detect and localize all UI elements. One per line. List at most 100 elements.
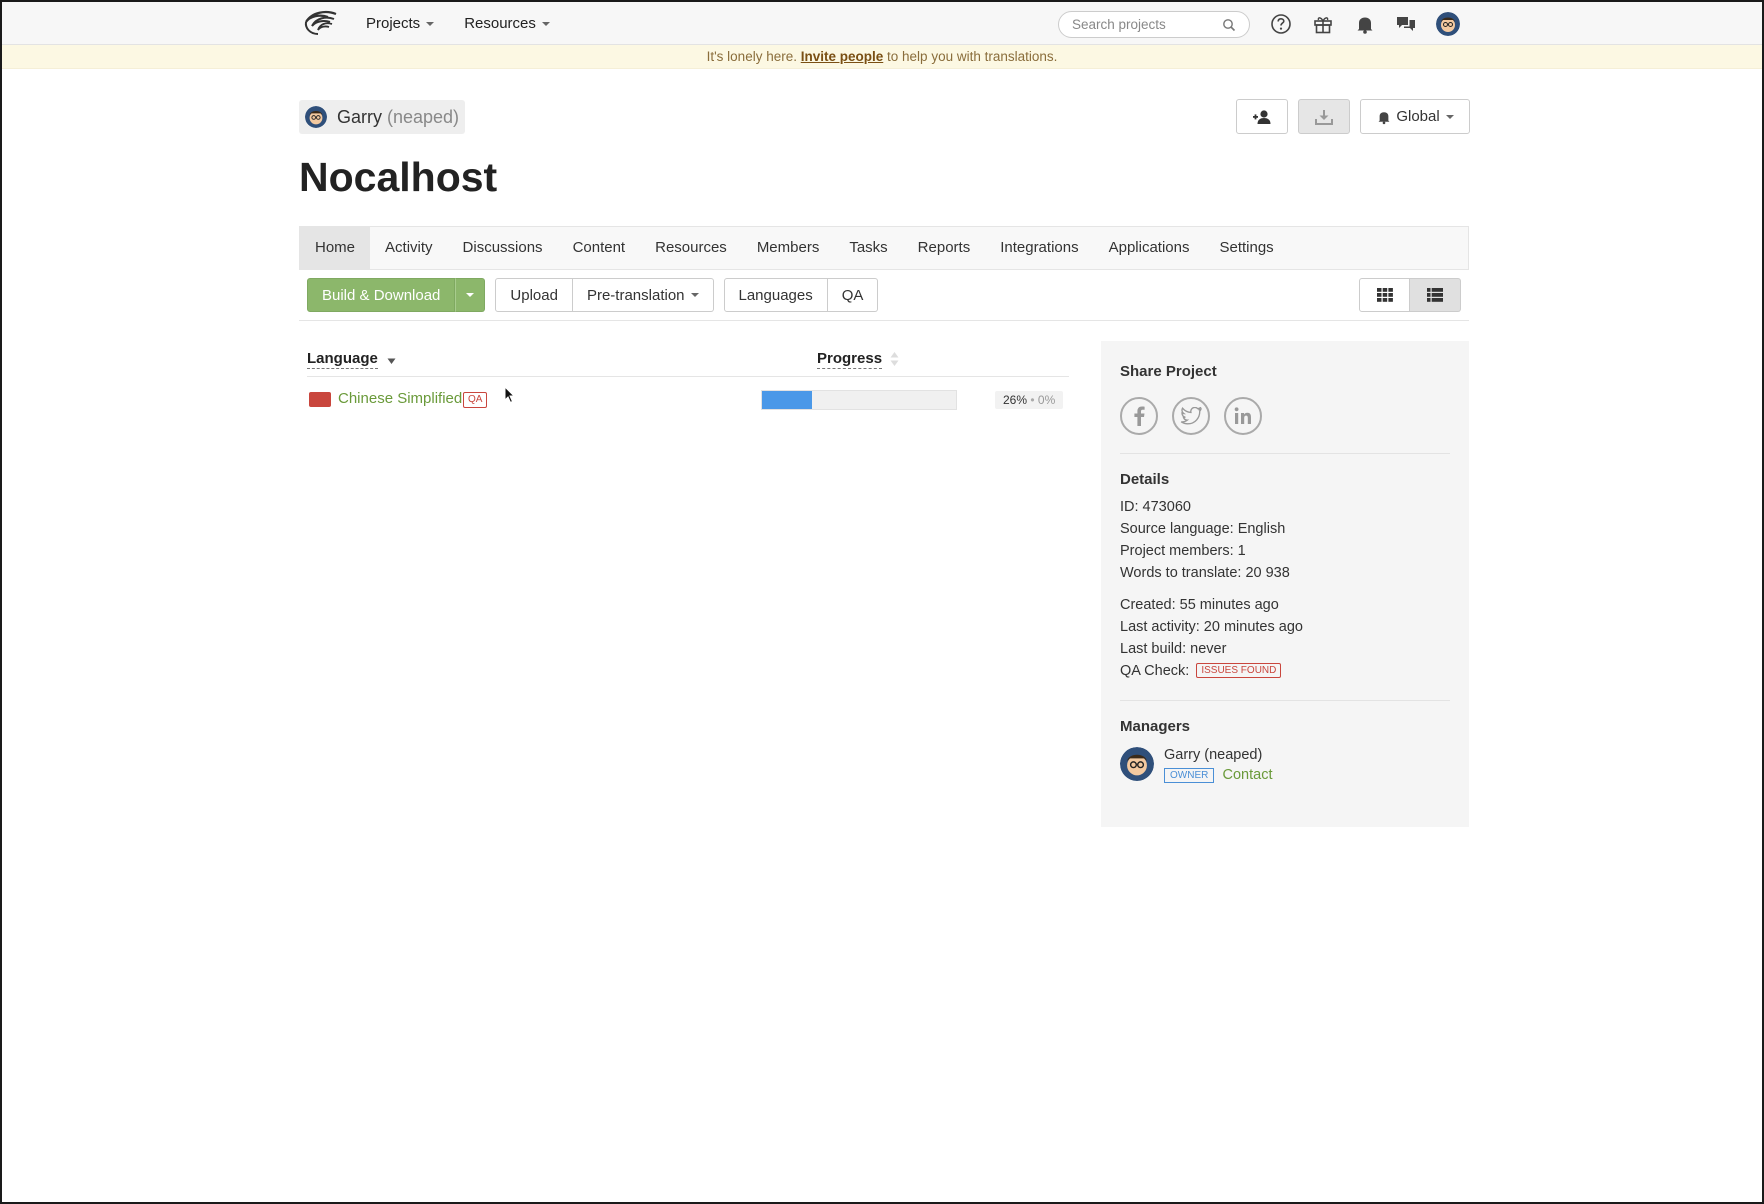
sidebar-divider [1120,700,1450,701]
last-activity: Last activity: 20 minutes ago [1120,619,1303,635]
toolbar-divider [299,320,1469,321]
translation-progress-bar [761,390,957,410]
download-icon [1315,109,1333,125]
tab-members[interactable]: Members [742,227,835,269]
invite-people-link[interactable]: Invite people [801,49,884,64]
twitter-icon[interactable] [1172,397,1210,435]
action-toolbar: Build & Download Upload Pre-translation … [307,278,879,312]
invite-user-button[interactable] [1236,99,1288,134]
resources-menu-label: Resources [464,15,536,32]
tab-applications[interactable]: Applications [1094,227,1205,269]
avatar[interactable] [1120,747,1154,781]
sort-down-icon[interactable] [387,357,396,365]
pretranslation-dropdown[interactable]: Pre-translation [572,278,714,312]
view-toggle [1359,278,1461,312]
words-to-translate: Words to translate: 20 938 [1120,565,1290,581]
tab-integrations[interactable]: Integrations [985,227,1093,269]
translated-percent: 26% [1003,393,1028,407]
project-tabs: Home Activity Discussions Content Resour… [299,226,1469,270]
sort-icon[interactable] [890,351,899,367]
table-header-divider [307,376,1069,377]
qa-button[interactable]: QA [827,278,879,312]
gift-icon[interactable] [1312,13,1334,35]
projects-menu-label: Projects [366,15,421,32]
list-view-button[interactable] [1410,278,1461,312]
tab-tasks[interactable]: Tasks [834,227,902,269]
download-button[interactable] [1298,99,1350,134]
upload-button[interactable]: Upload [495,278,573,312]
sidebar-divider [1120,453,1450,454]
grid-view-button[interactable] [1359,278,1410,312]
main-menu: Projects Resources [366,2,580,45]
owner-badge: OWNER [1164,768,1215,783]
tab-reports[interactable]: Reports [903,227,986,269]
project-sidebar: Share Project Details ID: 473060 Source … [1101,341,1469,827]
manager-entry: Garry (neaped) OWNER Contact [1120,747,1450,783]
project-id: ID: 473060 [1120,499,1191,515]
china-flag-icon [309,392,331,407]
help-icon[interactable] [1270,13,1292,35]
banner-prefix: It's lonely here. [706,49,797,64]
contact-link[interactable]: Contact [1223,767,1273,783]
resources-menu[interactable]: Resources [464,15,550,32]
notifications-label: Global [1396,108,1440,125]
avatar[interactable] [1436,12,1460,36]
languages-button[interactable]: Languages [723,278,828,312]
progress-stats: 26% • 0% [995,391,1064,409]
table-row: Chinese Simplified QA 26% • 0% [307,388,1069,412]
stats-separator: • [1030,393,1035,407]
share-project-heading: Share Project [1120,363,1217,380]
search-box [1058,11,1250,38]
facebook-icon[interactable] [1120,397,1158,435]
bell-icon [1378,111,1390,124]
search-input[interactable] [1072,17,1222,32]
share-icons [1120,397,1450,435]
avatar [305,106,327,128]
progress-column-header[interactable]: Progress [817,350,883,369]
owner-name: Garry [337,106,382,127]
browser-viewport: Projects Resources Search projects It's … [2,2,1762,1202]
managers-heading: Managers [1120,718,1191,735]
project-members-count: Project members: 1 [1120,543,1246,559]
crowdin-logo[interactable] [302,10,338,36]
tab-settings[interactable]: Settings [1204,227,1288,269]
grid-icon [1376,288,1393,302]
tab-home[interactable]: Home [300,227,371,269]
bell-icon[interactable] [1354,13,1376,35]
build-download-dropdown-toggle[interactable] [455,278,486,312]
pretranslation-label: Pre-translation [586,286,685,304]
top-navbar: Projects Resources [2,2,1762,45]
created-time: Created: 55 minutes ago [1120,597,1279,613]
mouse-cursor-icon [504,386,516,404]
chevron-down-icon [541,21,550,26]
details-heading: Details [1120,471,1170,488]
tab-discussions[interactable]: Discussions [448,227,558,269]
language-column-header[interactable]: Language [307,350,378,369]
chevron-down-icon [426,21,435,26]
projects-menu[interactable]: Projects [366,15,435,32]
chevron-down-icon [1445,114,1454,119]
language-link[interactable]: Chinese Simplified [338,390,462,407]
progress-fill [762,391,813,409]
add-user-icon [1253,109,1271,124]
owner-handle: (neaped) [387,106,460,127]
project-owner-chip[interactable]: Garry (neaped) [299,100,466,134]
chat-icon[interactable] [1395,13,1417,35]
last-build: Last build: never [1120,641,1227,657]
qa-check-label: QA Check: [1120,663,1190,679]
tab-resources[interactable]: Resources [640,227,742,269]
chevron-down-icon [690,293,699,297]
chevron-down-icon [466,293,475,297]
manager-name: Garry (neaped) [1164,747,1263,763]
linkedin-icon[interactable] [1224,397,1262,435]
tab-content[interactable]: Content [558,227,641,269]
tab-activity[interactable]: Activity [370,227,448,269]
build-download-button[interactable]: Build & Download [307,278,456,312]
list-icon [1427,288,1443,302]
notifications-dropdown[interactable]: Global [1360,99,1470,134]
invite-banner: It's lonely here. Invite people to help … [2,45,1762,69]
qa-badge[interactable]: QA [463,392,488,408]
source-language: Source language: English [1120,521,1286,537]
search-icon[interactable] [1222,18,1236,32]
issues-found-badge[interactable]: ISSUES FOUND [1196,663,1282,678]
